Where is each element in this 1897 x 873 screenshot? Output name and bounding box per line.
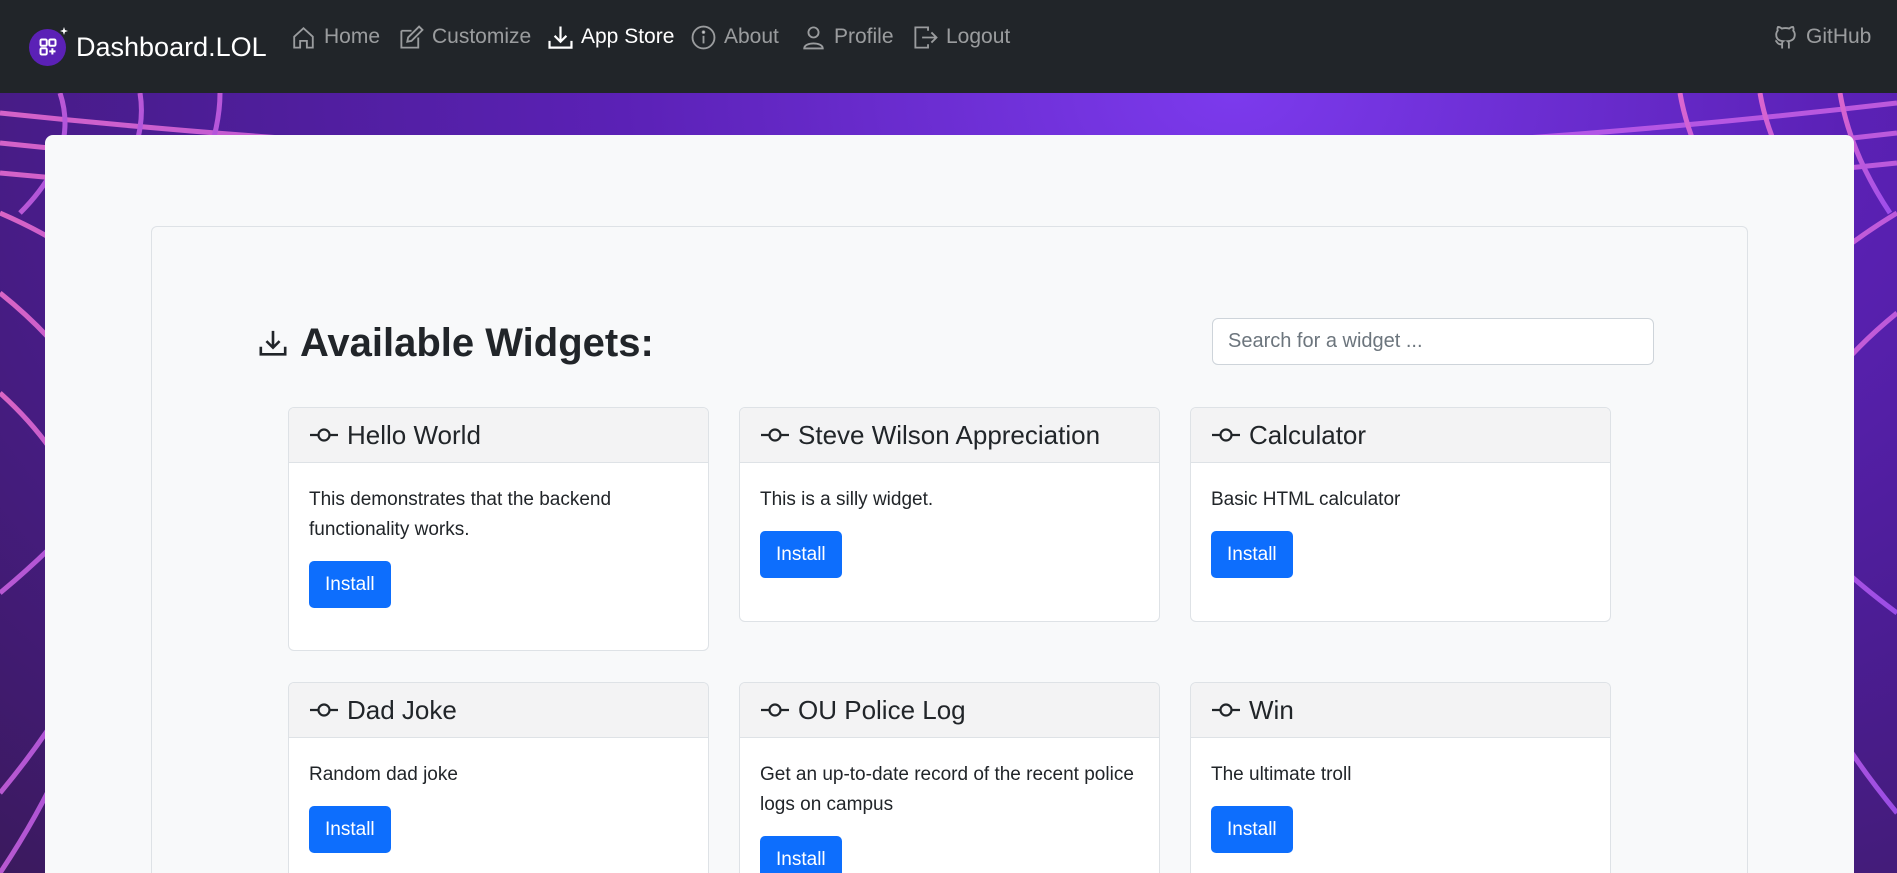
nav-about-label: About	[724, 25, 779, 48]
nav-github-label: GitHub	[1806, 25, 1872, 48]
git-commit-icon	[310, 703, 338, 717]
widget-card-header: Calculator	[1191, 408, 1610, 463]
git-commit-icon	[310, 428, 338, 442]
nav-app-store-label: App Store	[581, 25, 675, 48]
widget-card-header: Win	[1191, 683, 1610, 738]
widget-title: Hello World	[347, 419, 481, 450]
install-button[interactable]: Install	[1211, 531, 1293, 578]
install-button[interactable]: Install	[1211, 806, 1293, 853]
install-button[interactable]: Install	[760, 531, 842, 578]
install-button[interactable]: Install	[760, 836, 842, 873]
widget-title: Steve Wilson Appreciation	[798, 419, 1101, 450]
widget-description: The ultimate troll	[1211, 764, 1352, 785]
box-arrow-right-icon	[914, 25, 938, 49]
widget-search-input[interactable]	[1212, 318, 1654, 365]
widget-card: Win The ultimate troll Install	[1190, 682, 1611, 873]
github-icon	[1774, 25, 1796, 48]
widget-card: Calculator Basic HTML calculator Install	[1190, 407, 1611, 622]
install-button[interactable]: Install	[309, 806, 391, 853]
nav-app-store[interactable]: App Store	[547, 22, 674, 52]
git-commit-icon	[1212, 703, 1240, 717]
widget-description: This demonstrates that the backend funct…	[309, 489, 612, 540]
widget-title: Calculator	[1249, 419, 1367, 450]
widget-title: OU Police Log	[798, 694, 966, 725]
widget-card-header: Dad Joke	[289, 683, 708, 738]
nav-customize-label: Customize	[432, 25, 532, 48]
nav-home-label: Home	[324, 25, 381, 48]
widget-card: Dad Joke Random dad joke Install	[288, 682, 709, 873]
widget-description: Get an up-to-date record of the recent p…	[760, 764, 1134, 815]
git-commit-icon	[761, 703, 789, 717]
widget-card-header: OU Police Log	[740, 683, 1159, 738]
house-icon	[293, 26, 314, 49]
brand-name: Dashboard.LOL	[76, 31, 267, 62]
widget-card-header: Steve Wilson Appreciation	[740, 408, 1159, 463]
page-title-text: Available Widgets:	[300, 320, 654, 365]
nav-customize[interactable]: Customize	[398, 22, 531, 52]
pencil-square-icon	[400, 24, 424, 49]
nav-github[interactable]: GitHub	[1772, 22, 1871, 52]
git-commit-icon	[1212, 428, 1240, 442]
widget-card-header: Hello World	[289, 408, 708, 463]
widget-description: This is a silly widget.	[760, 489, 934, 510]
download-icon	[548, 26, 573, 49]
nav-home[interactable]: Home	[290, 22, 380, 52]
nav-about[interactable]: About	[690, 22, 779, 52]
widget-title: Win	[1249, 694, 1294, 725]
nav-profile[interactable]: Profile	[800, 22, 894, 52]
widget-card: Hello World This demonstrates that the b…	[288, 407, 709, 651]
widget-description: Basic HTML calculator	[1211, 489, 1401, 510]
install-button[interactable]: Install	[309, 561, 391, 608]
nav-profile-label: Profile	[834, 25, 894, 48]
download-icon	[259, 330, 287, 356]
widget-card: Steve Wilson Appreciation This is a sill…	[739, 407, 1160, 622]
person-icon	[803, 25, 824, 49]
brand-link[interactable]: Dashboard.LOL	[29, 26, 267, 67]
nav-logout-label: Logout	[946, 25, 1011, 48]
widget-title: Dad Joke	[347, 694, 457, 725]
widget-description: Random dad joke	[309, 764, 458, 785]
git-commit-icon	[761, 428, 789, 442]
widget-card: OU Police Log Get an up-to-date record o…	[739, 682, 1160, 873]
top-navbar: Dashboard.LOL Home Customize App Store A…	[0, 0, 1897, 93]
info-circle-icon	[691, 25, 716, 49]
brand-logo-icon	[29, 26, 68, 66]
nav-logout[interactable]: Logout	[912, 22, 1010, 52]
page-title: Available Widgets:	[258, 318, 654, 368]
